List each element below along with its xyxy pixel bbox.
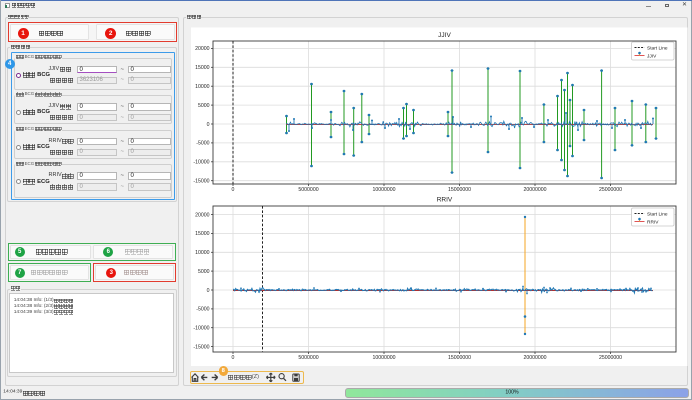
svg-text:0: 0 — [232, 187, 235, 193]
svg-text:5000000: 5000000 — [298, 187, 318, 193]
svg-text:15000000: 15000000 — [448, 187, 471, 193]
svg-text:-10000: -10000 — [193, 160, 209, 166]
svg-text:20000: 20000 — [195, 212, 210, 218]
svg-text:0: 0 — [207, 288, 210, 294]
svg-text:10000: 10000 — [195, 84, 210, 90]
svg-text:10000: 10000 — [195, 250, 210, 256]
svg-text:15000: 15000 — [195, 65, 210, 71]
svg-text:25000000: 25000000 — [599, 355, 622, 361]
svg-text:5000000: 5000000 — [298, 355, 318, 361]
svg-text:10000000: 10000000 — [372, 355, 395, 361]
svg-text:JJIV: JJIV — [647, 54, 657, 60]
svg-text:25000000: 25000000 — [599, 187, 622, 193]
svg-text:10000000: 10000000 — [372, 187, 395, 193]
svg-text:20000000: 20000000 — [523, 355, 546, 361]
svg-text:0: 0 — [207, 122, 210, 128]
svg-text:-5000: -5000 — [196, 307, 209, 313]
svg-text:5000: 5000 — [198, 269, 210, 275]
svg-text:5000: 5000 — [198, 103, 210, 109]
svg-text:20000: 20000 — [195, 46, 210, 52]
svg-text:Start Line: Start Line — [647, 212, 668, 218]
svg-text:Start Line: Start Line — [647, 46, 668, 52]
svg-text:15000000: 15000000 — [448, 355, 471, 361]
svg-text:-15000: -15000 — [193, 179, 209, 185]
svg-text:-5000: -5000 — [196, 141, 209, 147]
svg-text:JJIV: JJIV — [438, 32, 451, 39]
svg-text:-15000: -15000 — [193, 344, 209, 350]
svg-text:20000000: 20000000 — [523, 187, 546, 193]
svg-text:15000: 15000 — [195, 231, 210, 237]
svg-text:RRIV: RRIV — [437, 197, 453, 204]
svg-text:0: 0 — [232, 355, 235, 361]
svg-text:-10000: -10000 — [193, 326, 209, 332]
svg-text:RRIV: RRIV — [647, 220, 659, 226]
